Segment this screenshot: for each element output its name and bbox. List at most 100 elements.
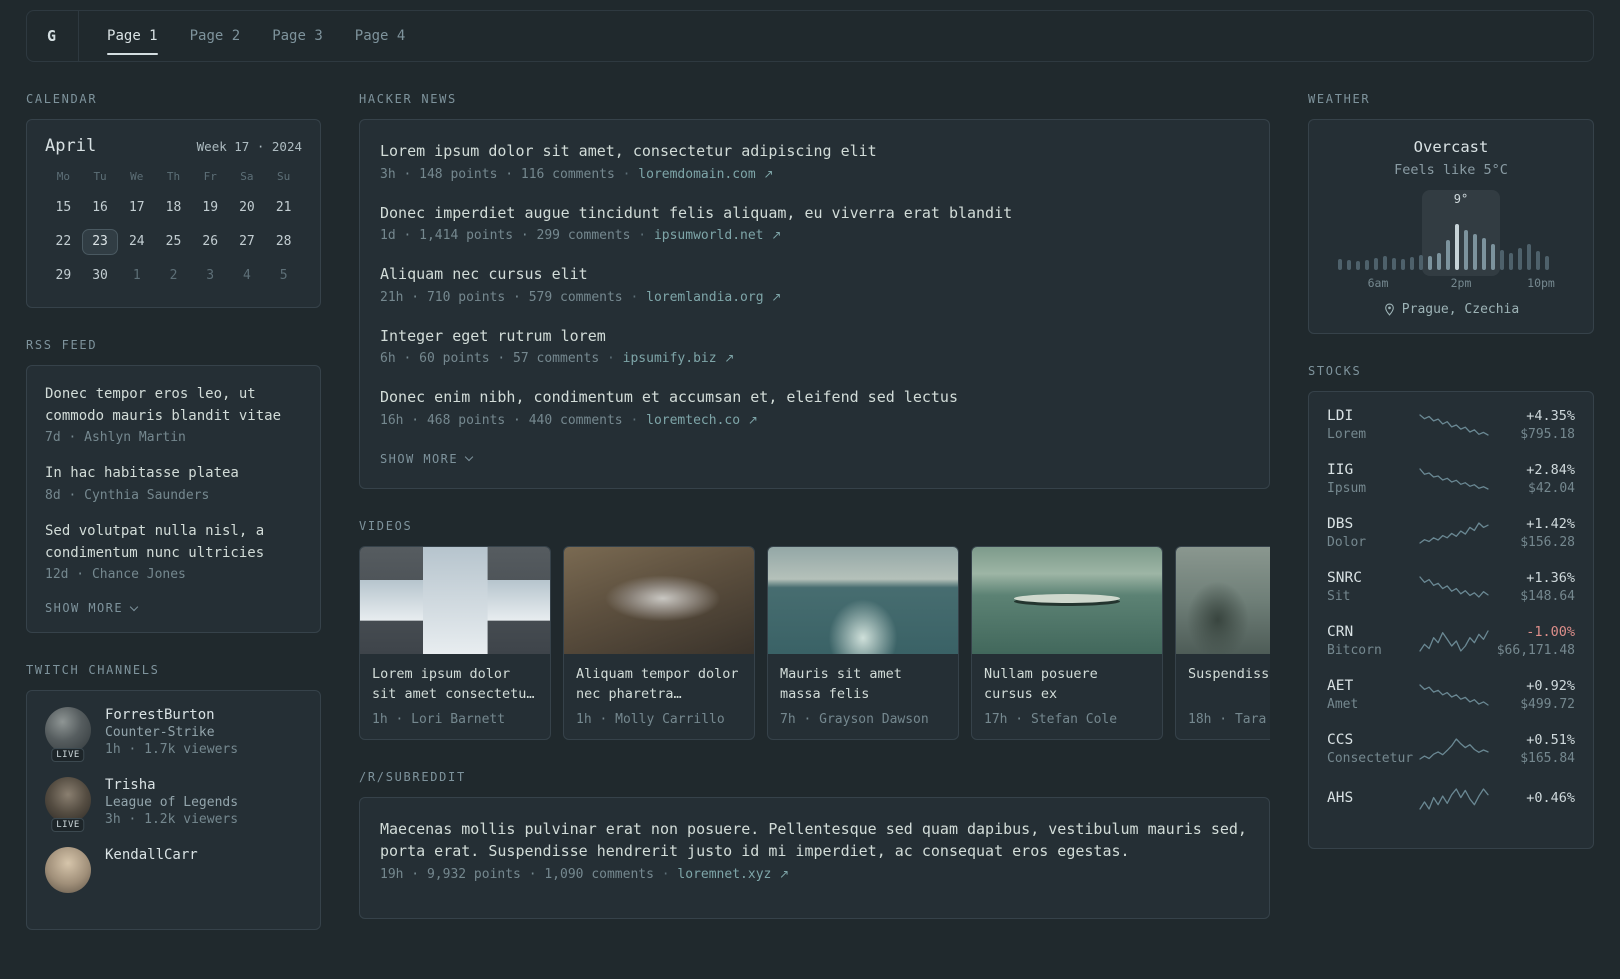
- hn-item-title[interactable]: Donec imperdiet augue tincidunt felis al…: [380, 202, 1249, 225]
- twitch-channel-row[interactable]: KendallCarr: [45, 847, 302, 894]
- calendar-day[interactable]: 20: [229, 195, 266, 221]
- video-title[interactable]: Nullam posuere cursus ex: [984, 664, 1150, 706]
- stock-name: Sit: [1327, 589, 1351, 604]
- subreddit-post-title[interactable]: Maecenas mollis pulvinar erat non posuer…: [380, 818, 1249, 863]
- subreddit-post-domain: loremnet.xyz: [677, 866, 772, 882]
- hn-item-domain-link[interactable]: loremdomain.com ↗: [638, 167, 773, 182]
- hn-item-domain-link[interactable]: ipsumworld.net ↗: [654, 228, 781, 243]
- video-title[interactable]: Suspendisse diam: [1188, 664, 1270, 706]
- video-thumbnail[interactable]: [972, 546, 1162, 654]
- subreddit-post-meta: 19h · 9,932 points · 1,090 comments · lo…: [380, 867, 1249, 882]
- twitch-channel-game: Counter-Strike: [105, 725, 215, 741]
- stock-row[interactable]: AET Amet +0.92% $499.72: [1327, 678, 1575, 712]
- stock-sparkline: [1419, 574, 1489, 600]
- stock-row[interactable]: SNRC Sit +1.36% $148.64: [1327, 570, 1575, 604]
- video-title[interactable]: Aliquam tempor dolor nec pharetra…: [576, 664, 742, 706]
- tab-page-1[interactable]: Page 1: [107, 11, 158, 61]
- hn-item-title[interactable]: Lorem ipsum dolor sit amet, consectetur …: [380, 140, 1249, 163]
- weather-time-label: 10pm: [1527, 276, 1555, 290]
- calendar-day[interactable]: 16: [82, 195, 119, 221]
- video-thumbnail[interactable]: [1176, 546, 1270, 654]
- hn-item-meta: 6h · 60 points · 57 comments · ipsumify.…: [380, 351, 1249, 366]
- video-meta: 7h · Grayson Dawson: [780, 711, 929, 727]
- calendar-day[interactable]: 26: [192, 229, 229, 255]
- separator-dot: ·: [630, 289, 639, 305]
- calendar-day[interactable]: 19: [192, 195, 229, 221]
- rss-show-more-button[interactable]: SHOW MORE: [45, 601, 139, 615]
- hacker-news-section-title: HACKER NEWS: [359, 92, 457, 106]
- calendar-day[interactable]: 29: [45, 263, 82, 289]
- hn-item-title[interactable]: Donec enim nibh, condimentum et accumsan…: [380, 386, 1249, 409]
- avatar: [45, 847, 91, 894]
- stock-row[interactable]: LDI Lorem +4.35% $795.18: [1327, 408, 1575, 442]
- stock-id: DBS Dolor: [1327, 516, 1419, 550]
- hn-item-title[interactable]: Aliquam nec cursus elit: [380, 263, 1249, 286]
- calendar-day[interactable]: 15: [45, 195, 82, 221]
- stocks-section: STOCKS LDI Lorem +4.35% $795.18 IIG Ipsu…: [1308, 364, 1594, 849]
- hn-item-stats: 21h · 710 points · 579 comments: [380, 289, 623, 305]
- stock-row[interactable]: DBS Dolor +1.42% $156.28: [1327, 516, 1575, 550]
- left-column: CALENDAR April Week 17 · 2024 Mo Tu We T…: [26, 92, 321, 960]
- calendar-day[interactable]: 2: [155, 263, 192, 289]
- calendar-day[interactable]: 1: [118, 263, 155, 289]
- hn-item-domain-link[interactable]: loremtech.co ↗: [646, 413, 758, 428]
- calendar-day[interactable]: 18: [155, 195, 192, 221]
- stock-price: $795.18: [1520, 427, 1575, 442]
- tab-page-2[interactable]: Page 2: [190, 11, 241, 61]
- weather-location-label: Prague, Czechia: [1401, 302, 1520, 317]
- calendar-day[interactable]: 24: [118, 229, 155, 255]
- stock-row[interactable]: CRN Bitcorn -1.00% $66,171.48: [1327, 624, 1575, 658]
- stock-sparkline: [1419, 682, 1489, 708]
- subreddit-post-domain-link[interactable]: loremnet.xyz ↗: [677, 867, 789, 882]
- stock-row[interactable]: AHS +0.46%: [1327, 786, 1575, 812]
- tab-page-3[interactable]: Page 3: [272, 11, 323, 61]
- calendar-day[interactable]: 22: [45, 229, 82, 255]
- stock-row[interactable]: CCS Consectetur +0.51% $165.84: [1327, 732, 1575, 766]
- video-card[interactable]: Aliquam tempor dolor nec pharetra… 1h · …: [563, 545, 755, 740]
- rss-item-title[interactable]: Sed volutpat nulla nisl, a condimentum n…: [45, 521, 302, 564]
- stock-symbol: SNRC: [1327, 570, 1362, 586]
- video-thumbnail[interactable]: [768, 546, 958, 654]
- video-card[interactable]: Mauris sit amet massa felis 7h · Grayson…: [767, 545, 959, 740]
- app-logo[interactable]: G: [47, 11, 80, 61]
- calendar-day[interactable]: 27: [229, 229, 266, 255]
- calendar-day[interactable]: 23: [81, 229, 119, 255]
- video-card[interactable]: Lorem ipsum dolor sit amet consectetu… 1…: [359, 545, 551, 740]
- calendar-day[interactable]: 28: [265, 229, 302, 255]
- hn-show-more-button[interactable]: SHOW MORE: [380, 452, 474, 466]
- calendar-day[interactable]: 25: [155, 229, 192, 255]
- video-card[interactable]: Nullam posuere cursus ex 17h · Stefan Co…: [971, 545, 1163, 740]
- live-badge: LIVE: [51, 818, 85, 833]
- hn-item-domain-link[interactable]: ipsumify.biz ↗: [623, 351, 735, 366]
- twitch-channel-row[interactable]: LIVE ForrestBurton Counter-Strike 1h · 1…: [45, 707, 302, 763]
- video-thumbnail[interactable]: [564, 546, 754, 654]
- twitch-channel-row[interactable]: LIVE Trisha League of Legends 3h · 1.2k …: [45, 777, 302, 833]
- twitch-channel-name[interactable]: ForrestBurton: [105, 707, 238, 723]
- tab-page-4[interactable]: Page 4: [355, 11, 406, 61]
- hn-item-domain-link[interactable]: loremlandia.org ↗: [646, 290, 781, 305]
- video-title[interactable]: Mauris sit amet massa felis: [780, 664, 946, 706]
- twitch-channel-name[interactable]: Trisha: [105, 777, 238, 793]
- hn-item-domain: loremdomain.com: [638, 166, 756, 182]
- weather-bars: [1338, 222, 1549, 270]
- calendar-day[interactable]: 17: [118, 195, 155, 221]
- hn-item-title[interactable]: Integer eget rutrum lorem: [380, 325, 1249, 348]
- rss-item-title[interactable]: In hac habitasse platea: [45, 463, 302, 485]
- calendar-day[interactable]: 4: [229, 263, 266, 289]
- video-thumbnail[interactable]: [360, 546, 550, 654]
- calendar-section-title: CALENDAR: [26, 92, 98, 106]
- stock-figures: -1.00% $66,171.48: [1489, 624, 1575, 658]
- calendar-day[interactable]: 3: [192, 263, 229, 289]
- video-title[interactable]: Lorem ipsum dolor sit amet consectetu…: [372, 664, 538, 706]
- video-card[interactable]: Suspendisse diam 18h · Tara: [1175, 545, 1270, 740]
- videos-section: VIDEOS Lorem ipsum dolor sit amet consec…: [359, 519, 1270, 740]
- twitch-channel-name[interactable]: KendallCarr: [105, 847, 198, 863]
- calendar-day[interactable]: 5: [265, 263, 302, 289]
- subreddit-section-title: /R/SUBREDDIT: [359, 769, 466, 784]
- stock-row[interactable]: IIG Ipsum +2.84% $42.04: [1327, 462, 1575, 496]
- calendar-day[interactable]: 21: [265, 195, 302, 221]
- rss-item-title[interactable]: Donec tempor eros leo, ut commodo mauris…: [45, 384, 302, 427]
- calendar-day[interactable]: 30: [82, 263, 119, 289]
- rss-section-title: RSS FEED: [26, 338, 98, 352]
- live-badge: LIVE: [51, 748, 85, 763]
